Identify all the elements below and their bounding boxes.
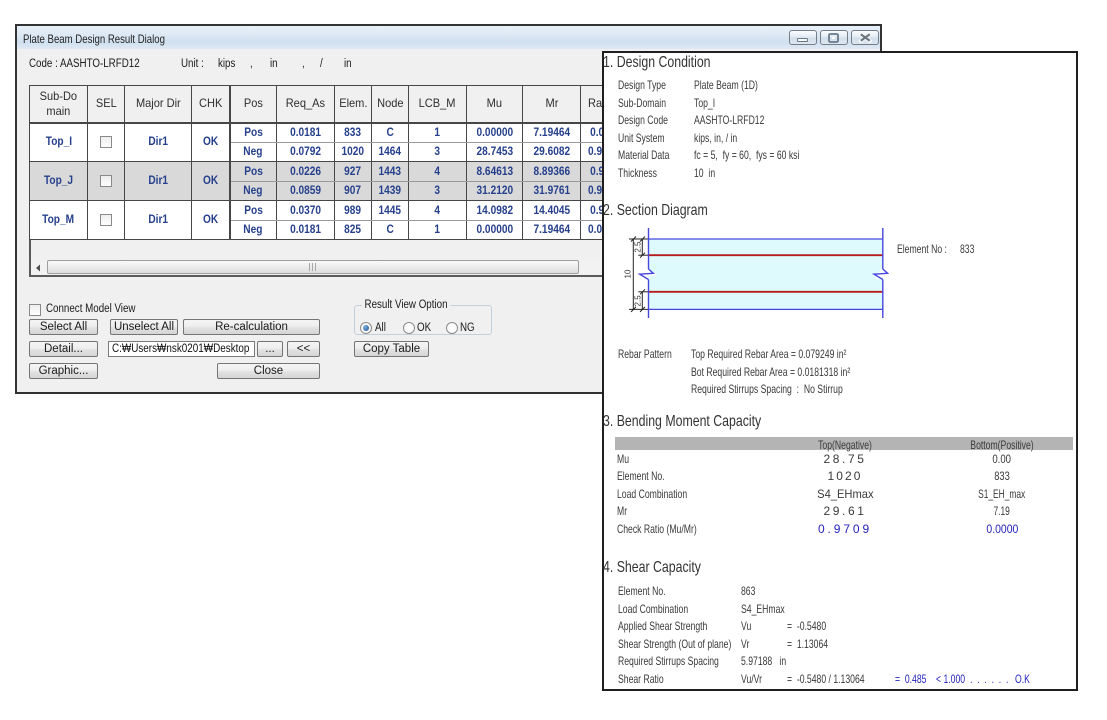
svg-text:10: 10 bbox=[623, 269, 632, 278]
svg-text:2.5: 2.5 bbox=[634, 295, 643, 307]
svg-text:2.5: 2.5 bbox=[634, 241, 643, 253]
